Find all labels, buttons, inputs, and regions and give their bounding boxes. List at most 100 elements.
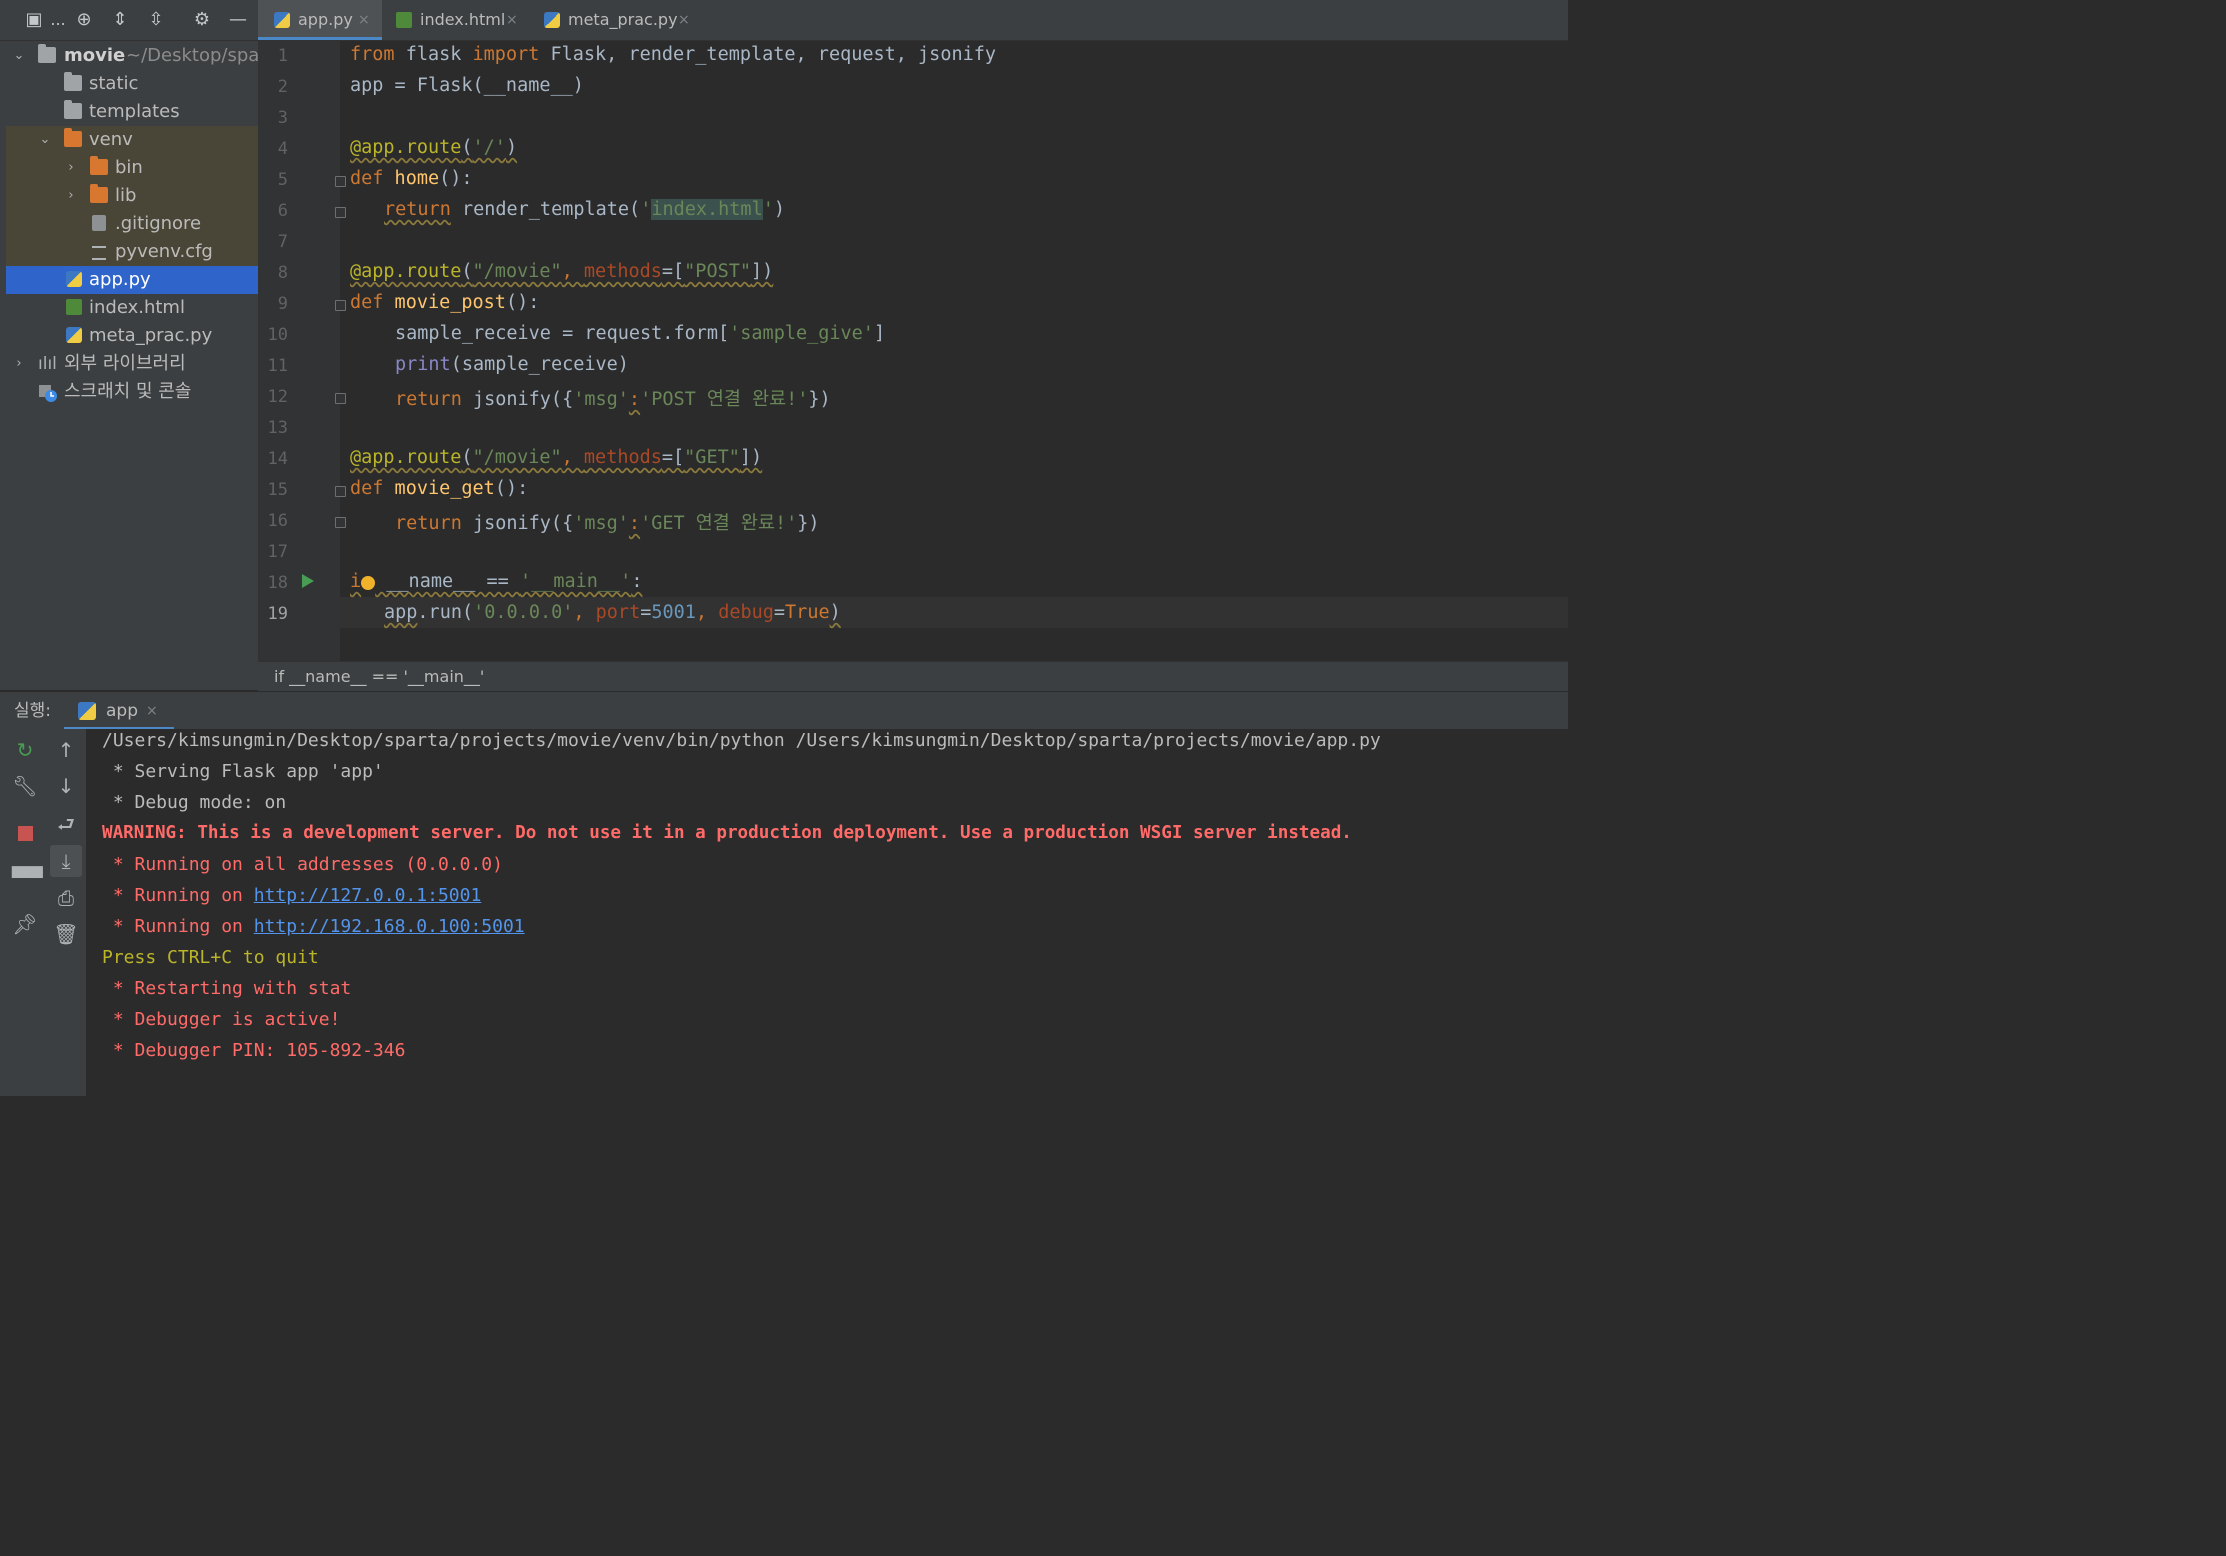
folder-icon: [90, 184, 108, 203]
console-link[interactable]: http://127.0.0.1:5001: [254, 885, 482, 906]
run-icon[interactable]: [302, 574, 314, 588]
chevron-down-icon[interactable]: ⌄: [12, 42, 26, 70]
code-token: :: [631, 571, 643, 592]
line-number: 11: [267, 356, 288, 376]
close-icon[interactable]: ×: [358, 0, 370, 40]
line-number: 17: [267, 542, 288, 562]
fold-marker-icon[interactable]: [335, 393, 346, 404]
stop-icon[interactable]: [12, 819, 38, 845]
code-token: Flask, render_template, request, jsonify: [539, 44, 997, 65]
up-arrow-icon[interactable]: ↑: [53, 737, 79, 763]
code-token: app: [384, 602, 418, 623]
rerun-icon[interactable]: ↻: [12, 737, 38, 763]
close-icon[interactable]: ×: [146, 692, 158, 730]
tree-item-venv[interactable]: ⌄ venv: [6, 126, 258, 154]
minimize-icon[interactable]: —: [226, 8, 250, 32]
tree-item-templates[interactable]: templates: [6, 98, 258, 126]
tree-item-label: app.py: [89, 269, 151, 290]
code-token: return: [395, 389, 462, 410]
locate-icon[interactable]: ⊕: [72, 8, 96, 32]
console-line: * Debugger is active!: [102, 1009, 341, 1030]
tab-app-py[interactable]: app.py ×: [258, 0, 382, 40]
intention-bulb-icon[interactable]: [361, 576, 375, 590]
code-line-15: def movie_get():: [350, 478, 528, 499]
breadcrumb[interactable]: if __name__ == '__main__': [258, 661, 1568, 692]
run-title: 실행:: [14, 701, 52, 721]
pin-icon[interactable]: 📌︎: [12, 911, 38, 937]
console-line: Press CTRL+C to quit: [102, 947, 319, 968]
collapse-all-icon[interactable]: ⇳: [144, 8, 168, 32]
folder-icon: [64, 72, 82, 91]
trash-icon[interactable]: 🗑︎: [53, 921, 79, 947]
run-tab-app[interactable]: app ×: [64, 692, 174, 730]
run-tool-window-header: 실행: app ×: [0, 691, 1568, 731]
line-number: 15: [267, 480, 288, 500]
code-line-16: return jsonify({'msg':'GET 연결 완료!'}): [395, 509, 820, 535]
code-token: :: [628, 389, 641, 410]
line-number-gutter[interactable]: 1 2 3 4 5 6 7 8 9 10 11 12 13 14 15 16 1…: [258, 41, 340, 661]
code-token: ): [829, 602, 841, 623]
tree-item-label: pyvenv.cfg: [115, 241, 213, 262]
tree-item-label: index.html: [89, 297, 185, 318]
fold-marker-icon[interactable]: [335, 207, 346, 218]
down-arrow-icon[interactable]: ↓: [53, 773, 79, 799]
tree-item-app-py[interactable]: app.py: [6, 266, 258, 294]
run-console[interactable]: /Users/kimsungmin/Desktop/sparta/project…: [86, 729, 1568, 1096]
console-line-warning: WARNING: This is a development server. D…: [102, 823, 1352, 843]
folder-icon: [64, 128, 82, 147]
layout-icon[interactable]: ▀▀: [12, 865, 43, 891]
chevron-down-icon[interactable]: ⌄: [38, 126, 52, 154]
code-token: 'POST 연결 완료!': [640, 389, 809, 410]
tree-item-gitignore[interactable]: .gitignore: [6, 210, 258, 238]
console-line: * Debug mode: on: [102, 792, 287, 813]
breadcrumb-item[interactable]: if __name__ == '__main__': [274, 662, 484, 692]
tab-index-html[interactable]: index.html ×: [382, 0, 532, 40]
tree-item-scratches[interactable]: 스크래치 및 콘솔: [6, 378, 258, 406]
code-editor[interactable]: 1 2 3 4 5 6 7 8 9 10 11 12 13 14 15 16 1…: [258, 41, 1568, 661]
python-icon: [78, 702, 96, 720]
close-icon[interactable]: ×: [678, 0, 690, 40]
run-toolbar-primary: ↻ 🔧︎ ▀▀ 📌︎: [0, 729, 47, 1096]
tree-item-index-html[interactable]: index.html: [6, 294, 258, 322]
chevron-right-icon[interactable]: ›: [64, 182, 78, 210]
code-token: 'msg': [573, 513, 629, 534]
console-link[interactable]: http://192.168.0.100:5001: [254, 916, 525, 937]
chevron-right-icon[interactable]: ›: [12, 350, 26, 378]
tree-item-bin[interactable]: › bin: [6, 154, 258, 182]
code-token: (sample_receive): [450, 354, 629, 375]
console-text: * Running on: [102, 885, 254, 906]
fold-marker-icon[interactable]: [335, 176, 346, 187]
tab-label: index.html: [420, 10, 506, 29]
tab-meta-prac-py[interactable]: meta_prac.py ×: [532, 0, 702, 40]
code-line-14: @app.route("/movie", methods=["GET"]): [350, 447, 762, 468]
code-token: 'GET 연결 완료!': [640, 513, 798, 534]
code-token: jsonify({: [461, 389, 574, 410]
tree-item-pyvenv-cfg[interactable]: pyvenv.cfg: [6, 238, 258, 266]
tree-item-meta-prac-py[interactable]: meta_prac.py: [6, 322, 258, 350]
code-token: @app.route: [350, 137, 462, 158]
expand-all-icon[interactable]: ⇕: [108, 8, 132, 32]
html-file-icon: [66, 299, 82, 315]
fold-marker-icon[interactable]: [335, 517, 346, 528]
code-token: from: [350, 44, 395, 65]
folder-icon: [64, 100, 82, 119]
line-number: 18: [267, 573, 288, 593]
tree-item-lib[interactable]: › lib: [6, 182, 258, 210]
code-token: ,: [695, 602, 719, 623]
tree-root-movie[interactable]: ⌄ movie ~/Desktop/spar: [6, 42, 258, 70]
fold-marker-icon[interactable]: [335, 300, 346, 311]
wrench-icon[interactable]: 🔧︎: [12, 773, 38, 799]
print-icon[interactable]: ⎙: [53, 885, 79, 911]
tree-item-external-libraries[interactable]: › ılıl 외부 라이브러리: [6, 350, 258, 378]
code-token: "/movie": [472, 261, 562, 282]
project-view-dropdown[interactable]: ...: [48, 8, 68, 32]
scroll-to-end-icon[interactable]: ⤓: [50, 845, 82, 877]
chevron-right-icon[interactable]: ›: [64, 154, 78, 182]
close-icon[interactable]: ×: [506, 0, 518, 40]
code-token: return: [384, 199, 451, 220]
gear-icon[interactable]: ⚙: [190, 8, 214, 32]
tree-item-static[interactable]: static: [6, 70, 258, 98]
project-view-icon[interactable]: ▣: [22, 8, 46, 32]
fold-marker-icon[interactable]: [335, 486, 346, 497]
soft-wrap-icon[interactable]: ⮐: [53, 811, 79, 837]
